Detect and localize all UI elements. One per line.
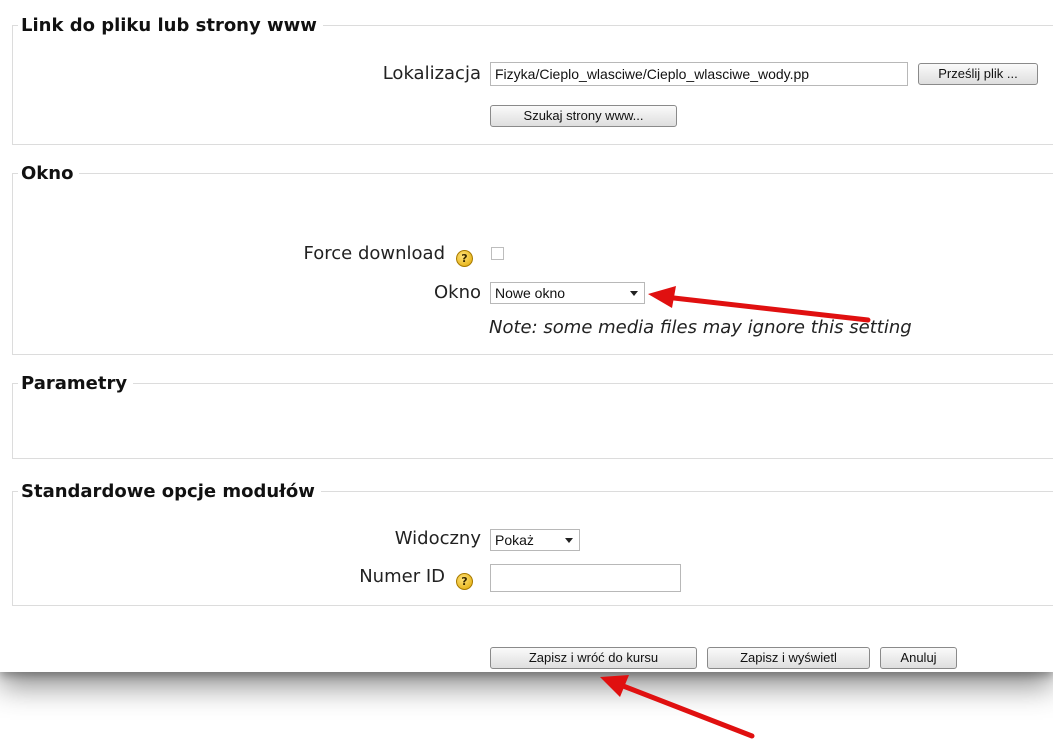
- visible-label: Widoczny: [394, 528, 481, 549]
- link-legend: Link do pliku lub strony www: [18, 16, 323, 36]
- visible-select[interactable]: Pokaż: [490, 529, 580, 551]
- upload-file-button[interactable]: Prześlij plik ...: [918, 63, 1038, 85]
- window-select-value: Nowe okno: [495, 285, 566, 301]
- save-display-button[interactable]: Zapisz i wyświetl: [707, 647, 870, 669]
- id-help-icon[interactable]: ?: [456, 573, 473, 590]
- params-fieldset: Parametry: [12, 374, 1053, 459]
- id-label: Numer ID: [359, 566, 445, 587]
- window-note: Note: some media files may ignore this s…: [489, 317, 912, 338]
- window-select[interactable]: Nowe okno: [490, 282, 645, 304]
- chevron-down-icon: [630, 291, 638, 296]
- id-input[interactable]: [490, 564, 681, 592]
- location-label: Lokalizacja: [382, 63, 481, 84]
- red-arrow-icon: [600, 675, 755, 739]
- form-window: Link do pliku lub strony www Lokalizacja…: [0, 0, 1053, 672]
- location-input[interactable]: Fizyka/Cieplo_wlasciwe/Cieplo_wlasciwe_w…: [490, 62, 908, 86]
- params-legend: Parametry: [18, 374, 134, 394]
- cancel-button[interactable]: Anuluj: [880, 647, 957, 669]
- force-download-help-icon[interactable]: ?: [456, 250, 473, 267]
- module-legend: Standardowe opcje modułów: [18, 482, 321, 502]
- visible-select-value: Pokaż: [495, 532, 534, 548]
- window-legend: Okno: [18, 164, 80, 184]
- search-web-button[interactable]: Szukaj strony www...: [490, 105, 677, 127]
- window-label: Okno: [433, 282, 481, 303]
- force-download-checkbox[interactable]: [491, 247, 504, 260]
- save-return-button[interactable]: Zapisz i wróć do kursu: [490, 647, 697, 669]
- chevron-down-icon: [565, 538, 573, 543]
- force-download-label: Force download: [303, 243, 445, 264]
